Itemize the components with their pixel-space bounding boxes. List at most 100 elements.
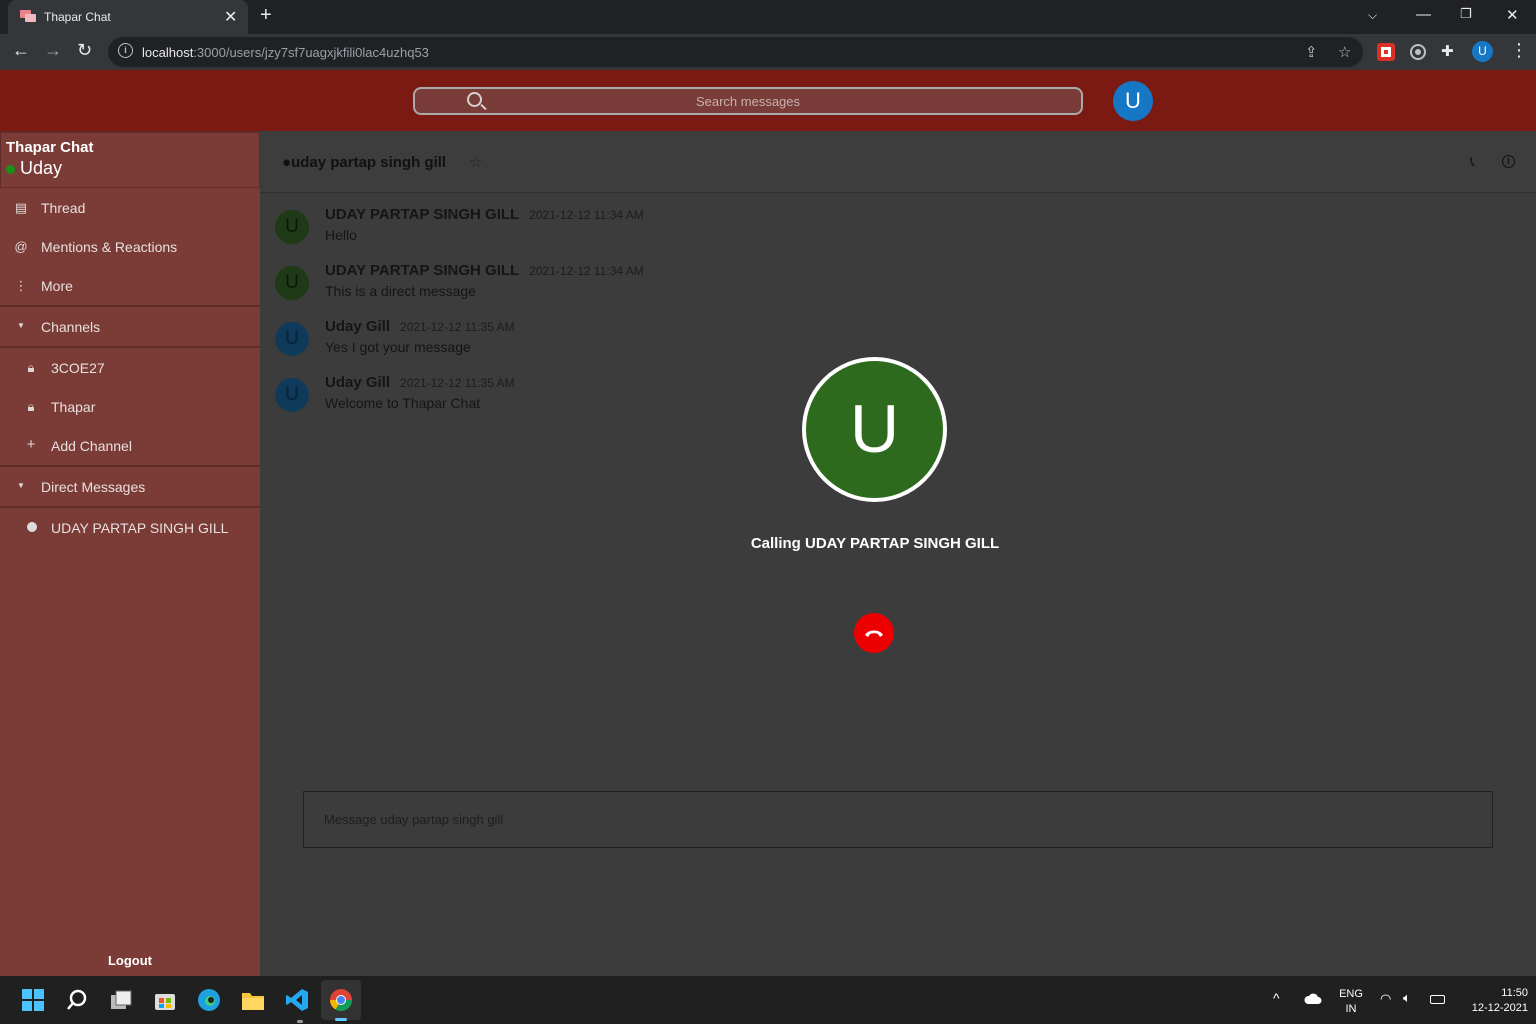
window-close-icon[interactable]: ✕ — [1506, 6, 1519, 24]
message-avatar: U — [275, 378, 309, 412]
edge-icon[interactable] — [197, 988, 221, 1012]
browser-tab[interactable]: Thapar Chat ✕ — [8, 0, 248, 34]
at-icon: @ — [14, 239, 28, 254]
logout-button[interactable]: Logout — [0, 953, 260, 968]
message-time: 2021-12-12 11:35 AM — [400, 320, 515, 334]
message-item: U Uday Gill 2021-12-12 11:35 AM Yes I got… — [275, 318, 875, 374]
browser-tab-bar: Thapar Chat ✕ + ⌵ — ❐ ✕ — [0, 0, 1536, 34]
message-item: U Uday Gill 2021-12-12 11:35 AM Welcome t… — [275, 374, 875, 430]
channel-item-3coe27[interactable]: 🔒︎ 3COE27 — [0, 348, 260, 387]
onedrive-cloud-icon[interactable] — [1304, 993, 1322, 1005]
message-input[interactable] — [304, 792, 1492, 847]
extensions-puzzle-icon[interactable]: ✚ — [1441, 42, 1454, 60]
tab-close-icon[interactable]: ✕ — [224, 7, 237, 27]
caret-down-icon: ▼ — [17, 481, 25, 490]
message-text: Welcome to Thapar Chat — [325, 395, 481, 411]
lock-icon: 🔒︎ — [27, 399, 35, 414]
user-avatar[interactable]: U — [1113, 81, 1153, 121]
reload-icon[interactable]: ↻ — [77, 40, 92, 61]
taskbar: ^ ENG IN ◠ 🔈︎ 11:50 12-12-2021 — [0, 976, 1536, 1024]
active-indicator — [335, 1018, 347, 1021]
volume-icon[interactable]: 🔈︎ — [1403, 990, 1411, 1006]
chrome-icon — [330, 989, 352, 1011]
info-icon[interactable]: i — [1502, 155, 1515, 168]
browser-toolbar: ← → ↻ i localhost:3000/users/jzy7sf7uagx… — [0, 34, 1536, 70]
add-channel-button[interactable]: + Add Channel — [0, 426, 260, 465]
message-avatar: U — [275, 322, 309, 356]
hang-up-phone-icon — [865, 630, 883, 637]
tray-expand-icon[interactable]: ^ — [1273, 990, 1280, 1006]
message-time: 2021-12-12 11:35 AM — [400, 376, 515, 390]
message-author: UDAY PARTAP SINGH GILL 2021-12-12 11:34 A… — [325, 262, 644, 279]
windows-start-icon[interactable] — [21, 988, 45, 1012]
search-input[interactable] — [415, 89, 1081, 113]
plus-icon: + — [26, 436, 36, 453]
browser-menu-icon[interactable]: ⋮ — [1510, 40, 1528, 61]
message-avatar: U — [275, 210, 309, 244]
online-status-icon — [6, 164, 15, 174]
message-author: Uday Gill 2021-12-12 11:35 AM — [325, 374, 515, 391]
search-taskbar-icon[interactable] — [65, 988, 89, 1012]
message-item: U UDAY PARTAP SINGH GILL 2021-12-12 11:34… — [275, 206, 875, 262]
tab-search-icon[interactable]: ⌵ — [1368, 8, 1377, 23]
language-indicator[interactable]: ENG IN — [1336, 987, 1366, 1017]
message-author: UDAY PARTAP SINGH GILL 2021-12-12 11:34 A… — [325, 206, 644, 223]
clock[interactable]: 11:50 12-12-2021 — [1450, 986, 1528, 1016]
call-status-text: Calling UDAY PARTAP SINGH GILL — [750, 535, 1000, 552]
minimize-icon[interactable]: — — [1416, 6, 1431, 23]
direct-messages-header[interactable]: ▼ Direct Messages — [0, 467, 260, 506]
extension-red-icon[interactable] — [1377, 43, 1395, 61]
more-icon: ⋮ — [14, 278, 28, 293]
current-user: Uday — [6, 158, 259, 179]
bookmark-star-icon[interactable]: ☆ — [1338, 43, 1351, 61]
sidebar-item-more[interactable]: ⋮ More — [0, 266, 260, 305]
message-text: This is a direct message — [325, 283, 476, 299]
vscode-icon[interactable] — [285, 988, 309, 1012]
store-icon[interactable] — [153, 988, 177, 1012]
tab-title: Thapar Chat — [44, 10, 111, 24]
workspace-name: Thapar Chat — [6, 139, 94, 156]
wifi-icon[interactable]: ◠ — [1380, 991, 1391, 1007]
restore-icon[interactable]: ❐ — [1460, 6, 1472, 22]
message-author: Uday Gill 2021-12-12 11:35 AM — [325, 318, 515, 335]
lock-icon: 🔒︎ — [27, 360, 35, 375]
offline-status-icon — [27, 522, 37, 532]
new-tab-icon[interactable]: + — [260, 4, 272, 27]
message-text: Hello — [325, 227, 357, 243]
forward-icon[interactable]: → — [44, 40, 62, 61]
running-indicator — [297, 1020, 303, 1023]
back-icon[interactable]: ← — [12, 40, 30, 61]
sidebar: Thapar Chat Uday ▤ Thread @ Mentions & R… — [0, 131, 260, 976]
caret-down-icon: ▼ — [17, 321, 25, 330]
channels-header[interactable]: ▼ Channels — [0, 307, 260, 346]
profile-avatar[interactable]: U — [1472, 41, 1493, 62]
message-time: 2021-12-12 11:34 AM — [529, 264, 644, 278]
workspace-header: Thapar Chat Uday — [0, 131, 260, 188]
thread-icon: ▤ — [14, 200, 28, 215]
sidebar-item-thread[interactable]: ▤ Thread — [0, 188, 260, 227]
dm-item-uday-partap-singh-gill[interactable]: UDAY PARTAP SINGH GILL — [0, 508, 260, 547]
phone-icon[interactable]: 📞︎ — [1470, 153, 1475, 170]
chrome-taskbar-item[interactable] — [321, 980, 361, 1021]
message-text: Yes I got your message — [325, 339, 471, 355]
end-call-button[interactable] — [854, 613, 894, 653]
share-icon[interactable]: ⇪ — [1305, 43, 1318, 61]
chat-favicon-icon — [20, 10, 36, 22]
address-bar[interactable]: i localhost:3000/users/jzy7sf7uagxjkfili… — [108, 37, 1363, 67]
call-avatar: U — [802, 357, 947, 502]
message-item: U UDAY PARTAP SINGH GILL 2021-12-12 11:34… — [275, 262, 875, 318]
message-time: 2021-12-12 11:34 AM — [529, 208, 644, 222]
star-icon[interactable]: ☆ — [469, 153, 482, 171]
search-box[interactable] — [413, 87, 1083, 115]
app-header: U — [0, 70, 1536, 131]
file-explorer-icon[interactable] — [241, 988, 265, 1012]
task-view-icon[interactable] — [109, 988, 133, 1012]
message-composer[interactable] — [303, 791, 1493, 848]
channel-item-thapar[interactable]: 🔒︎ Thapar — [0, 387, 260, 426]
url-text: localhost:3000/users/jzy7sf7uagxjkfili0l… — [142, 45, 429, 60]
site-info-icon[interactable]: i — [118, 43, 133, 58]
sidebar-item-mentions[interactable]: @ Mentions & Reactions — [0, 227, 260, 266]
chat-header: ●uday partap singh gill ☆ 📞︎ i — [260, 131, 1536, 193]
battery-icon[interactable] — [1430, 995, 1445, 1004]
extension-target-icon[interactable] — [1409, 43, 1427, 61]
